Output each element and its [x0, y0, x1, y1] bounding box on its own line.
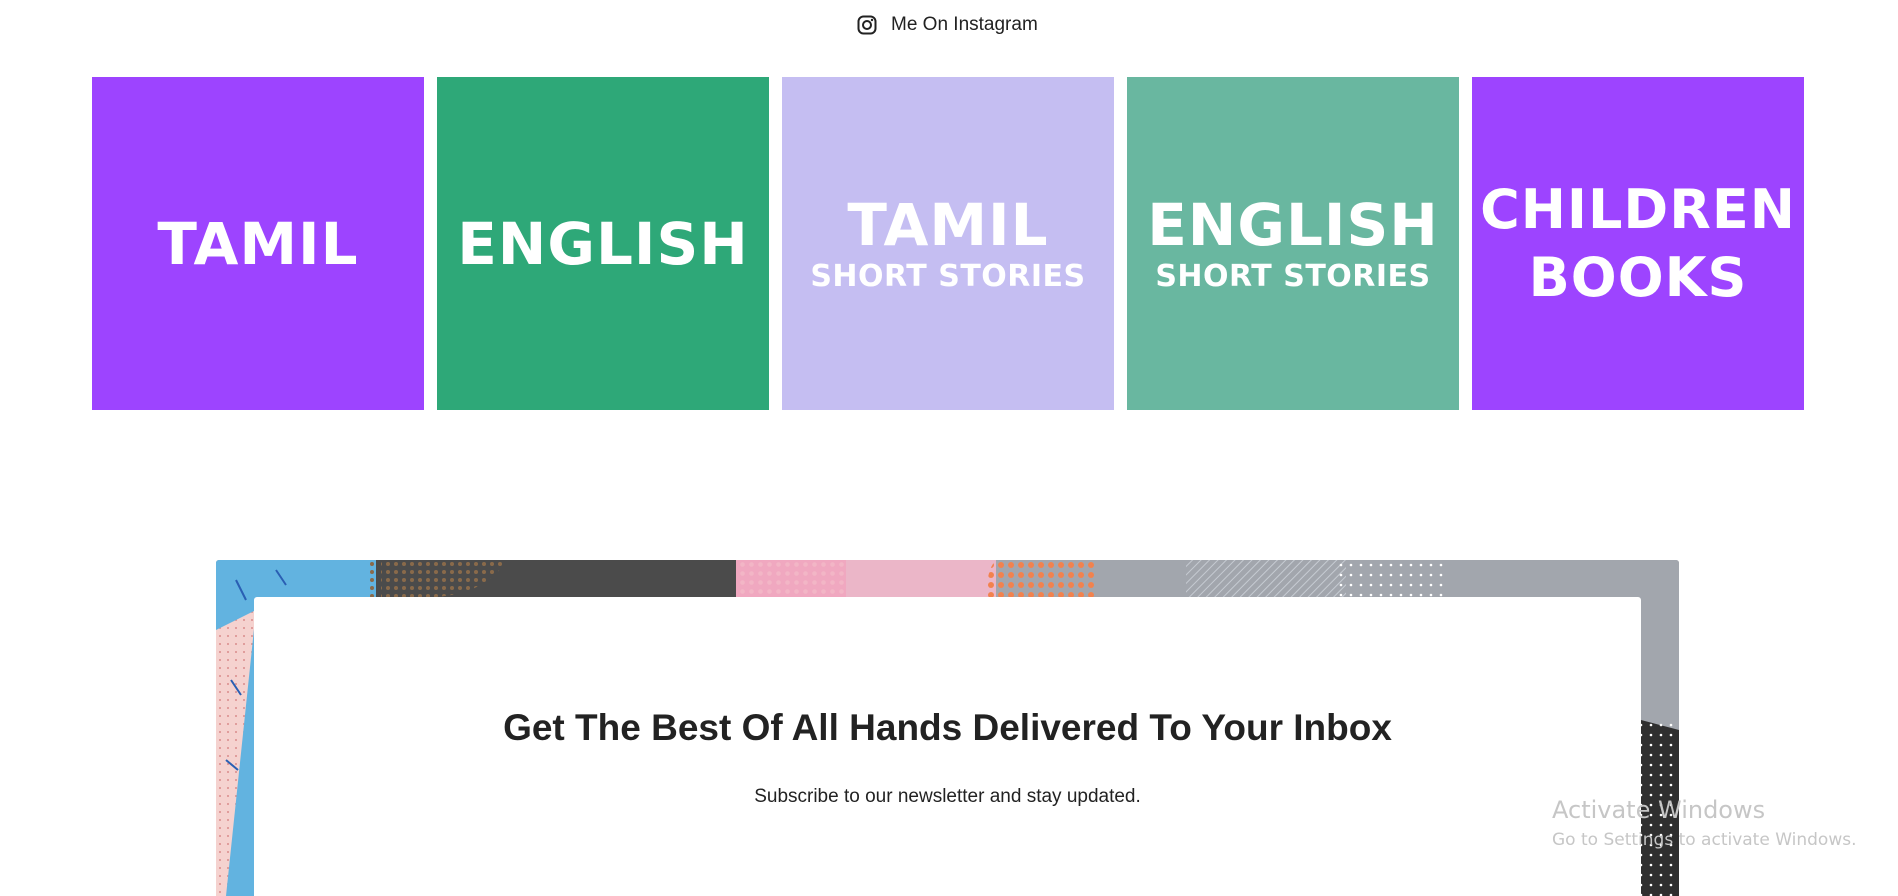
tile-title: TAMIL	[157, 209, 359, 278]
tile-tamil-short-stories[interactable]: TAMIL SHORT STORIES	[782, 77, 1114, 410]
tile-title: TAMIL	[847, 190, 1049, 259]
watermark-line2: Go to Settings to activate Windows.	[1552, 830, 1857, 850]
instagram-link[interactable]: Me On Instagram	[857, 14, 1038, 36]
tile-title-line2: BOOKS	[1528, 245, 1748, 309]
tile-subtitle: SHORT STORIES	[1155, 258, 1431, 294]
tile-title: ENGLISH	[1147, 190, 1439, 259]
tile-english-short-stories[interactable]: ENGLISH SHORT STORIES	[1127, 77, 1459, 410]
newsletter-heading: Get The Best Of All Hands Delivered To Y…	[503, 707, 1392, 748]
watermark-line1: Activate Windows	[1552, 796, 1766, 824]
tile-english[interactable]: ENGLISH	[437, 77, 769, 410]
newsletter-card: Get The Best Of All Hands Delivered To Y…	[254, 597, 1641, 896]
instagram-icon	[857, 15, 877, 35]
category-tiles: TAMIL ENGLISH TAMIL SHORT STORIES ENGLIS…	[92, 77, 1804, 410]
instagram-label: Me On Instagram	[891, 14, 1038, 35]
tile-title-line1: CHILDREN	[1480, 178, 1796, 241]
tile-tamil[interactable]: TAMIL	[92, 77, 424, 410]
tile-title: ENGLISH	[457, 209, 749, 278]
tile-subtitle: SHORT STORIES	[810, 258, 1086, 294]
tile-children-books[interactable]: CHILDREN BOOKS	[1472, 77, 1804, 410]
windows-activation-watermark: Activate Windows Go to Settings to activ…	[1552, 796, 1857, 850]
newsletter-banner: Get The Best Of All Hands Delivered To Y…	[216, 560, 1679, 896]
newsletter-subtext: Subscribe to our newsletter and stay upd…	[754, 786, 1141, 807]
